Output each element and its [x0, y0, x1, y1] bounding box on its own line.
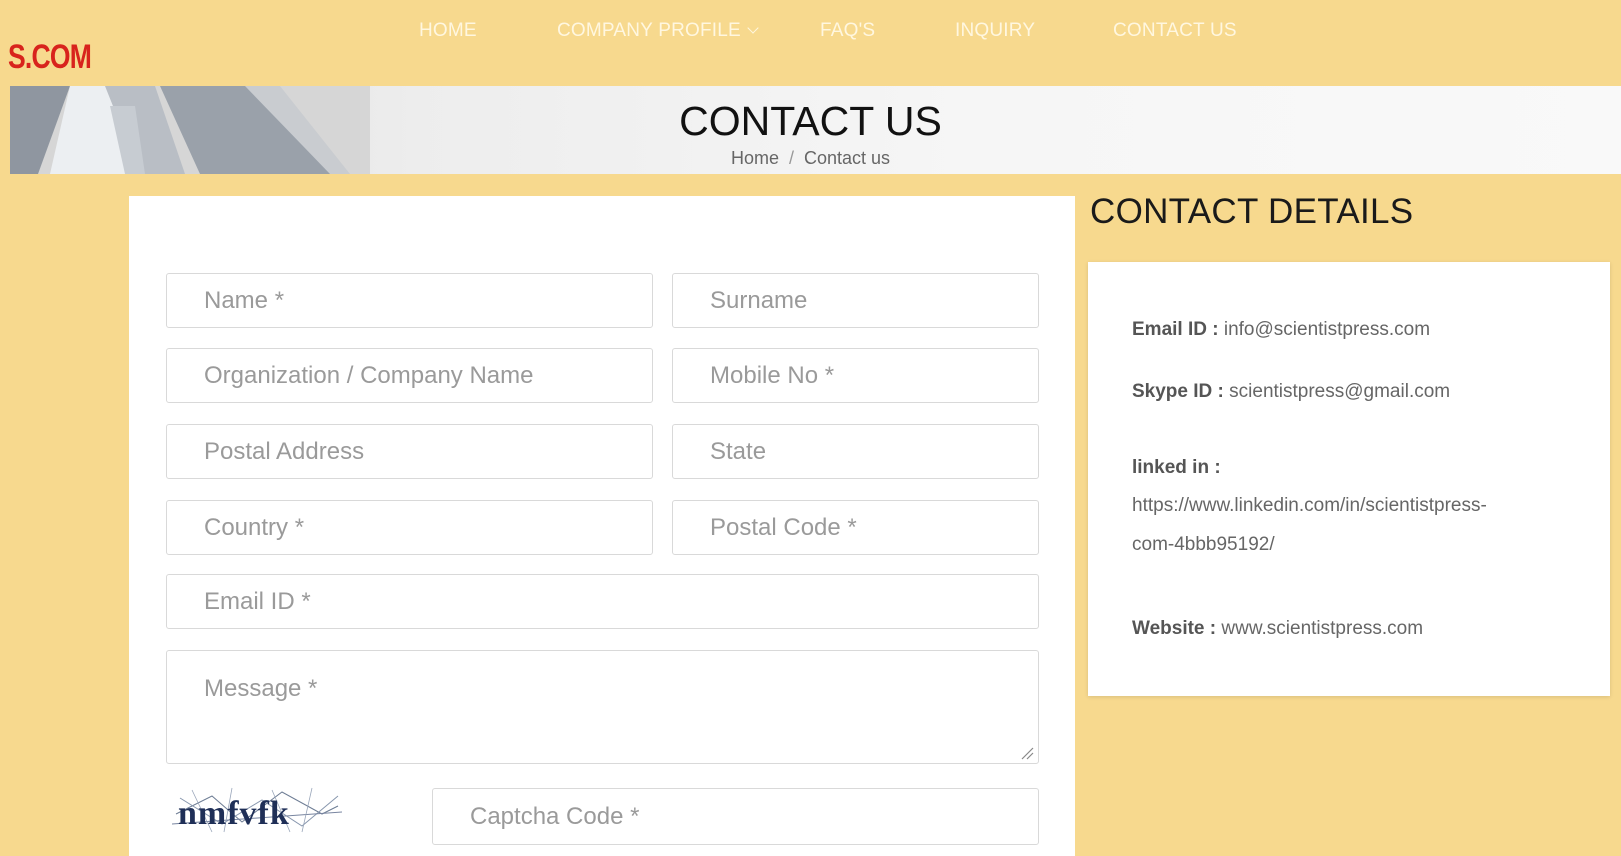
country-field[interactable] — [166, 500, 653, 555]
postal-code-field[interactable] — [672, 500, 1039, 555]
nav-home[interactable]: HOME — [419, 20, 477, 42]
linkedin-detail-label: linked in : — [1132, 457, 1221, 478]
nav-company-profile-label: COMPANY PROFILE — [557, 20, 741, 41]
email-detail-label: Email ID : — [1132, 319, 1219, 340]
captcha-field[interactable] — [432, 788, 1039, 845]
captcha-image: nmfvfk — [172, 784, 342, 836]
contact-details-card: Email ID : info@scientistpress.com Skype… — [1088, 262, 1610, 696]
nav-company-profile[interactable]: COMPANY PROFILE — [557, 20, 759, 42]
nav-faqs[interactable]: FAQ'S — [820, 20, 875, 42]
website-detail: Website : www.scientistpress.com — [1132, 618, 1423, 640]
email-detail: Email ID : info@scientistpress.com — [1132, 319, 1430, 341]
contact-details-title: CONTACT DETAILS — [1090, 192, 1414, 231]
breadcrumb-home[interactable]: Home — [731, 148, 779, 168]
linkedin-detail-value-line1[interactable]: https://www.linkedin.com/in/scientistpre… — [1132, 495, 1487, 517]
mobile-field[interactable] — [672, 348, 1039, 403]
skype-detail-value[interactable]: scientistpress@gmail.com — [1229, 381, 1450, 402]
breadcrumb-current: Contact us — [803, 148, 891, 168]
organization-field[interactable] — [166, 348, 653, 403]
resize-handle-icon[interactable] — [1020, 746, 1034, 760]
captcha-image-text: nmfvfk — [178, 795, 290, 832]
surname-field[interactable] — [672, 273, 1039, 328]
email-field[interactable] — [166, 574, 1039, 629]
skype-detail: Skype ID : scientistpress@gmail.com — [1132, 381, 1450, 403]
state-field[interactable] — [672, 424, 1039, 479]
page-title: CONTACT US — [679, 98, 942, 144]
linkedin-detail-value-line2[interactable]: com-4bbb95192/ — [1132, 534, 1275, 556]
site-logo[interactable]: S.COM — [8, 38, 92, 77]
nav-contact-us[interactable]: CONTACT US — [1113, 20, 1237, 42]
chevron-down-icon — [747, 22, 759, 34]
website-detail-label: Website : — [1132, 618, 1217, 639]
postal-address-field[interactable] — [166, 424, 653, 479]
message-field[interactable] — [166, 650, 1039, 764]
name-field[interactable] — [166, 273, 653, 328]
top-navigation-bar: S.COM HOME COMPANY PROFILE FAQ'S INQUIRY… — [0, 0, 1621, 86]
email-detail-value[interactable]: info@scientistpress.com — [1224, 319, 1430, 340]
nav-inquiry[interactable]: INQUIRY — [955, 20, 1035, 42]
breadcrumb: Home / Contact us — [0, 148, 1621, 169]
website-detail-value[interactable]: www.scientistpress.com — [1221, 618, 1423, 639]
skype-detail-label: Skype ID : — [1132, 381, 1224, 402]
breadcrumb-separator: / — [788, 148, 794, 168]
